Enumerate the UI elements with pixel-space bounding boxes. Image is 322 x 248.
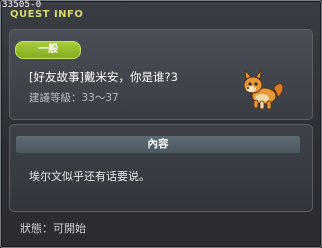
fox-npc-icon bbox=[243, 68, 284, 110]
window-title: QUEST INFO bbox=[10, 9, 84, 20]
quest-status: 狀態：可開始 bbox=[20, 222, 86, 235]
quest-name: [好友故事]戴米安，你是谁?3 bbox=[29, 70, 178, 84]
content-text: 埃尔文似乎还有话要说。 bbox=[29, 170, 150, 183]
category-badge: 一般 bbox=[15, 41, 81, 59]
recommended-level: 建議等級：33～37 bbox=[29, 92, 119, 104]
content-header: 內容 bbox=[16, 136, 300, 153]
